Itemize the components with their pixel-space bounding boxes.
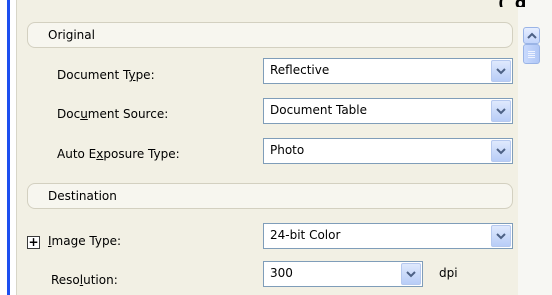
- chevron-down-icon[interactable]: [491, 225, 511, 247]
- section-header-original[interactable]: Original: [27, 22, 513, 48]
- settings-panel: Original Document Type: Reflective Docum…: [16, 0, 519, 295]
- window-border-accent: [7, 0, 10, 295]
- image-type-label: Image Type:: [48, 234, 122, 248]
- section-header-destination[interactable]: Destination: [27, 183, 513, 209]
- clipped-title-text: ( g: [498, 0, 552, 7]
- resolution-unit: dpi: [439, 266, 458, 280]
- auto-exposure-value: Photo: [270, 143, 305, 157]
- chevron-down-icon[interactable]: [491, 60, 511, 82]
- resolution-value: 300: [270, 266, 293, 280]
- image-type-value: 24-bit Color: [270, 228, 341, 242]
- document-type-label: Document Type:: [57, 68, 155, 82]
- resolution-label: Resolution:: [51, 273, 118, 287]
- document-type-select[interactable]: Reflective: [263, 58, 513, 84]
- scroll-thumb[interactable]: [523, 44, 540, 64]
- auto-exposure-select[interactable]: Photo: [263, 138, 513, 164]
- scroll-up-button[interactable]: [523, 27, 540, 44]
- vertical-scrollbar[interactable]: [518, 0, 552, 295]
- section-title-destination: Destination: [48, 189, 117, 203]
- plus-icon[interactable]: +: [27, 236, 40, 249]
- image-type-select[interactable]: 24-bit Color: [263, 223, 513, 249]
- document-type-value: Reflective: [270, 63, 330, 77]
- chevron-down-icon[interactable]: [491, 140, 511, 162]
- auto-exposure-label: Auto Exposure Type:: [57, 147, 180, 161]
- document-source-label: Document Source:: [57, 107, 169, 121]
- document-source-select[interactable]: Document Table: [263, 98, 513, 124]
- chevron-up-icon: [526, 32, 537, 39]
- chevron-down-icon[interactable]: [491, 100, 511, 122]
- document-source-value: Document Table: [270, 103, 368, 117]
- section-title-original: Original: [48, 28, 95, 42]
- chevron-down-icon[interactable]: [401, 263, 421, 285]
- resolution-select[interactable]: 300: [263, 261, 423, 287]
